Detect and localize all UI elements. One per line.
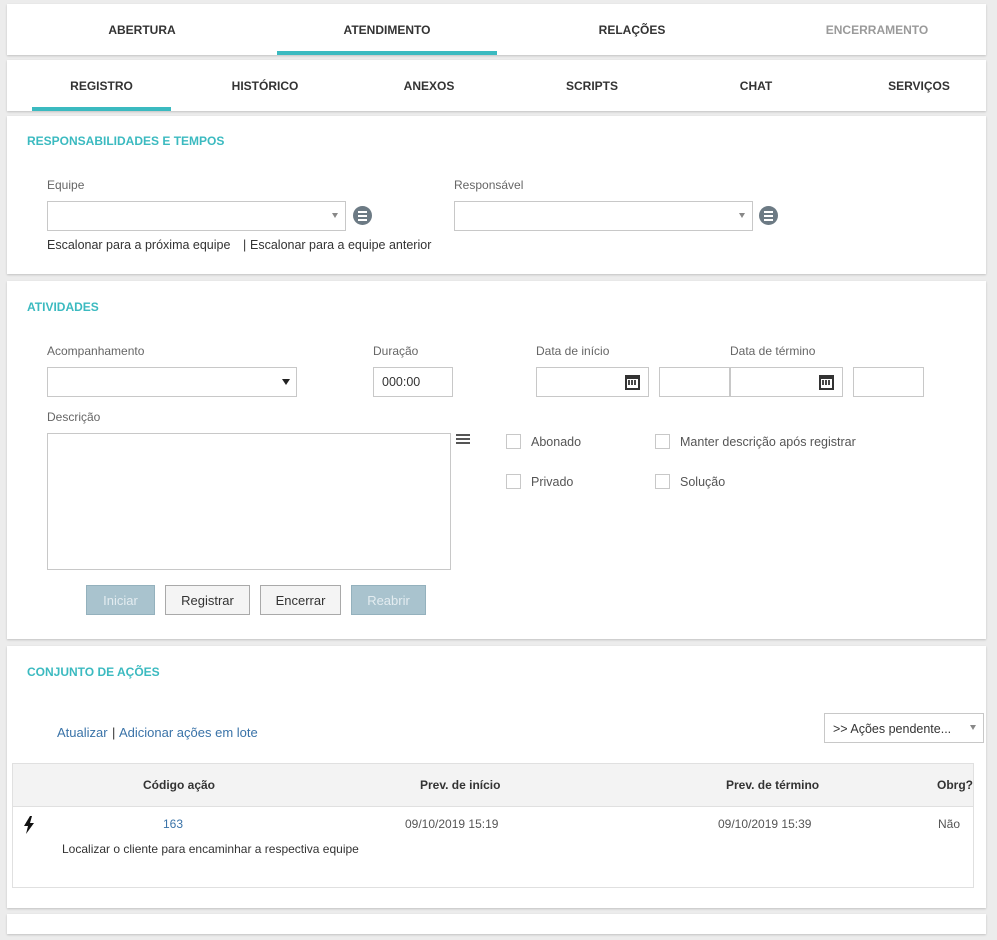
- tab-label: ABERTURA: [108, 22, 176, 37]
- data-inicio-label: Data de início: [536, 344, 610, 358]
- tab-registro[interactable]: REGISTRO: [32, 60, 171, 111]
- col-obrg[interactable]: Obrg?: [937, 778, 973, 792]
- solucao-checkbox[interactable]: [655, 474, 670, 489]
- tab-relacoes[interactable]: RELAÇÕES: [522, 4, 742, 55]
- acoes-filter-value: >> Ações pendente...: [833, 722, 952, 736]
- col-prev-termino[interactable]: Prev. de término: [726, 778, 819, 792]
- abonado-checkbox[interactable]: [506, 434, 521, 449]
- obrg-cell: Não: [938, 817, 961, 831]
- privado-label: Privado: [531, 475, 574, 489]
- main-tab-bar: ABERTURA ATENDIMENTO RELAÇÕES ENCERRAMEN…: [7, 4, 986, 55]
- separator: |: [243, 238, 247, 252]
- section-title: CONJUNTO DE AÇÕES: [27, 665, 160, 679]
- list-icon[interactable]: [353, 206, 372, 225]
- section-title: RESPONSABILIDADES E TEMPOS: [27, 134, 225, 148]
- tab-label: SCRIPTS: [565, 78, 618, 93]
- responsavel-select[interactable]: [454, 201, 753, 231]
- manter-descricao-checkbox[interactable]: [655, 434, 670, 449]
- tab-label: ANEXOS: [403, 78, 455, 93]
- tab-scripts[interactable]: SCRIPTS: [522, 60, 662, 111]
- chevron-down-icon: [332, 213, 338, 218]
- table-header: Código ação Prev. de início Prev. de tér…: [13, 764, 973, 807]
- tab-label: ENCERRAMENTO: [825, 22, 929, 37]
- acompanhamento-select[interactable]: [47, 367, 297, 397]
- responsavel-label: Responsável: [454, 178, 524, 192]
- duracao-label: Duração: [373, 344, 419, 358]
- escalonar-proxima-link[interactable]: Escalonar para a próxima equipe: [47, 238, 230, 252]
- active-tab-indicator: [277, 51, 497, 55]
- tab-label: CHAT: [739, 78, 773, 93]
- chevron-down-icon: [739, 213, 745, 218]
- hora-inicio-input[interactable]: [659, 367, 730, 397]
- tab-encerramento[interactable]: ENCERRAMENTO: [767, 4, 987, 55]
- active-tab-indicator: [32, 107, 171, 111]
- tab-anexos[interactable]: ANEXOS: [359, 60, 499, 111]
- bolt-icon[interactable]: [23, 816, 35, 834]
- tab-atendimento[interactable]: ATENDIMENTO: [277, 4, 497, 55]
- tab-label: ATENDIMENTO: [343, 22, 431, 37]
- adicionar-acoes-link[interactable]: Adicionar ações em lote: [119, 725, 258, 740]
- list-icon[interactable]: [759, 206, 778, 225]
- tab-label: RELAÇÕES: [598, 22, 666, 37]
- descricao-textarea[interactable]: [47, 433, 451, 570]
- duracao-input[interactable]: 000:00: [373, 367, 453, 397]
- section-title: ATIVIDADES: [27, 300, 99, 314]
- solucao-label: Solução: [680, 475, 726, 489]
- equipe-select[interactable]: [47, 201, 346, 231]
- chevron-down-icon: [970, 725, 976, 730]
- footer-bar: [7, 914, 986, 934]
- tab-label: HISTÓRICO: [231, 78, 299, 93]
- chevron-down-icon: [282, 379, 290, 385]
- codigo-acao-cell[interactable]: 163: [163, 817, 183, 831]
- hora-termino-input[interactable]: [853, 367, 924, 397]
- manter-descricao-label: Manter descrição após registrar: [680, 435, 856, 449]
- acoes-table: Código ação Prev. de início Prev. de tér…: [12, 763, 974, 888]
- acao-descricao: Localizar o cliente para encaminhar a re…: [62, 842, 359, 856]
- menu-icon[interactable]: [456, 434, 470, 446]
- tab-historico[interactable]: HISTÓRICO: [195, 60, 335, 111]
- privado-checkbox[interactable]: [506, 474, 521, 489]
- table-row[interactable]: 163 09/10/2019 15:19 09/10/2019 15:39 Nã…: [13, 807, 973, 887]
- data-termino-label: Data de término: [730, 344, 816, 358]
- atualizar-link[interactable]: Atualizar: [57, 725, 108, 740]
- data-termino-input[interactable]: [730, 367, 843, 397]
- col-codigo-acao[interactable]: Código ação: [143, 778, 215, 792]
- registrar-button[interactable]: Registrar: [165, 585, 250, 615]
- acoes-filter-select[interactable]: >> Ações pendente...: [824, 713, 984, 743]
- sub-tab-bar: REGISTRO HISTÓRICO ANEXOS SCRIPTS CHAT S…: [7, 60, 986, 111]
- tab-chat[interactable]: CHAT: [686, 60, 826, 111]
- prev-inicio-cell: 09/10/2019 15:19: [405, 817, 499, 831]
- col-prev-inicio[interactable]: Prev. de início: [420, 778, 500, 792]
- calendar-icon[interactable]: [819, 375, 834, 390]
- prev-termino-cell: 09/10/2019 15:39: [718, 817, 812, 831]
- separator: |: [112, 725, 116, 740]
- tab-servicos[interactable]: SERVIÇOS: [849, 60, 989, 111]
- conjunto-acoes-panel: CONJUNTO DE AÇÕES Atualizar | Adicionar …: [7, 646, 986, 908]
- tab-label: SERVIÇOS: [888, 78, 950, 93]
- atividades-panel: ATIVIDADES Acompanhamento Duração 000:00…: [7, 281, 986, 639]
- tab-abertura[interactable]: ABERTURA: [32, 4, 252, 55]
- reabrir-button[interactable]: Reabrir: [351, 585, 426, 615]
- responsabilidades-panel: RESPONSABILIDADES E TEMPOS Equipe Respon…: [7, 116, 986, 274]
- equipe-label: Equipe: [47, 178, 85, 192]
- abonado-label: Abonado: [531, 435, 582, 449]
- acompanhamento-label: Acompanhamento: [47, 344, 145, 358]
- iniciar-button[interactable]: Iniciar: [86, 585, 155, 615]
- descricao-label: Descrição: [47, 410, 101, 424]
- escalonar-anterior-link[interactable]: Escalonar para a equipe anterior: [250, 238, 431, 252]
- data-inicio-input[interactable]: [536, 367, 649, 397]
- calendar-icon[interactable]: [625, 375, 640, 390]
- encerrar-button[interactable]: Encerrar: [260, 585, 341, 615]
- tab-label: REGISTRO: [70, 78, 133, 93]
